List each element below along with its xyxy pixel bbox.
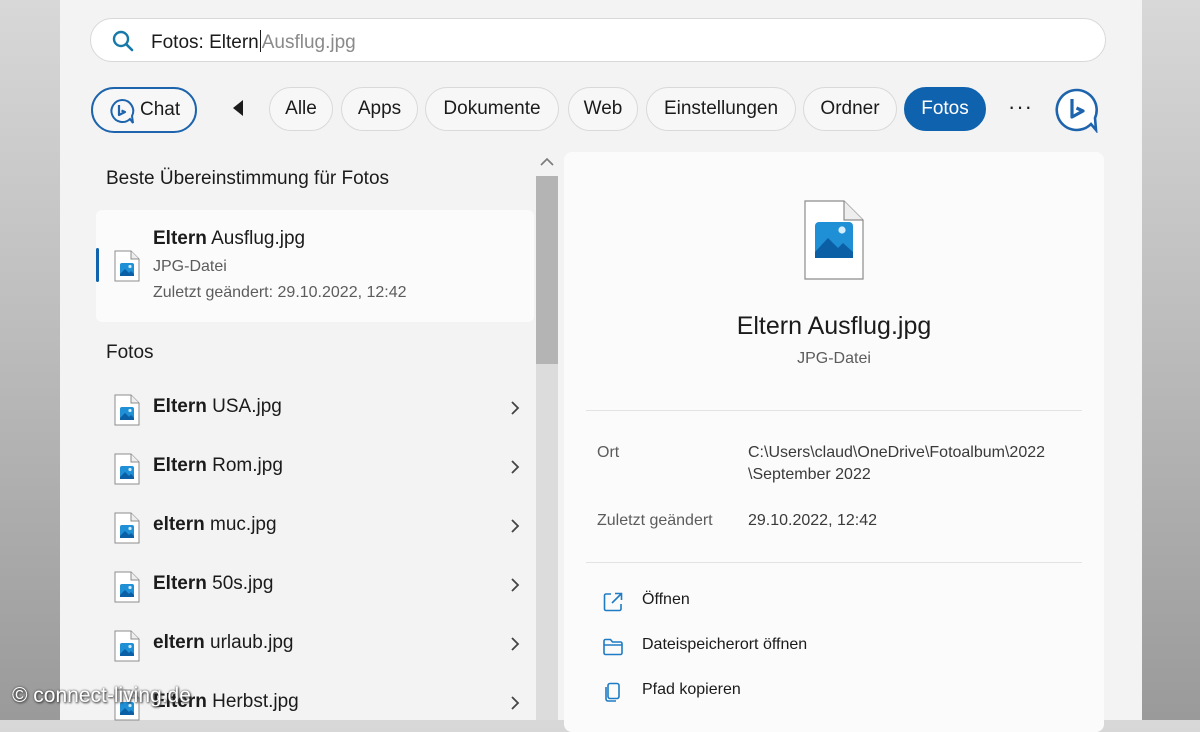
text-caret xyxy=(259,30,261,52)
photo-result-name: Eltern USA.jpg xyxy=(153,396,282,417)
chevron-right-icon[interactable] xyxy=(510,636,520,652)
filter-chip-apps[interactable]: Apps xyxy=(341,87,418,131)
search-panel: Fotos: Eltern Ausflug.jpg Chat Alle Apps … xyxy=(60,0,1142,732)
preview-title: Eltern Ausflug.jpg xyxy=(736,312,932,340)
photo-result-item[interactable]: Eltern Rom.jpg xyxy=(96,443,534,493)
copy-path-label: Pfad kopieren xyxy=(642,681,741,698)
scrollbar-thumb[interactable] xyxy=(536,176,558,364)
filter-chip-dokumente[interactable]: Dokumente xyxy=(425,87,559,131)
open-external-icon xyxy=(603,592,623,612)
folder-icon xyxy=(603,638,623,656)
filter-chip-web[interactable]: Web xyxy=(568,87,638,131)
photo-result-name: Eltern 50s.jpg xyxy=(153,573,274,594)
best-match-name: Eltern Ausflug.jpg xyxy=(153,228,306,249)
open-label: Öffnen xyxy=(642,591,690,608)
modified-label: Zuletzt geändert xyxy=(597,512,713,529)
filter-chip-ordner[interactable]: Ordner xyxy=(803,87,897,131)
image-file-icon xyxy=(114,512,140,544)
chevron-right-icon[interactable] xyxy=(510,400,520,416)
filter-chip-einstellungen[interactable]: Einstellungen xyxy=(646,87,796,131)
image-file-icon xyxy=(114,250,140,282)
preview-pane: Eltern Ausflug.jpg JPG-Datei Ort C:\User… xyxy=(564,152,1104,732)
best-match-heading: Beste Übereinstimmung für Fotos xyxy=(106,168,390,189)
chevron-right-icon[interactable] xyxy=(510,459,520,475)
image-file-icon xyxy=(114,571,140,603)
chat-label: Chat xyxy=(140,99,181,120)
open-file-location-label: Dateispeicherort öffnen xyxy=(642,636,808,653)
location-line-1: C:\Users\claud\OneDrive\Fotoalbum\2022 xyxy=(748,444,1046,461)
photos-heading: Fotos xyxy=(106,342,154,363)
location-label: Ort xyxy=(597,444,620,461)
image-file-icon xyxy=(114,630,140,662)
modified-value: 29.10.2022, 12:42 xyxy=(748,512,878,529)
photo-result-item[interactable]: eltern urlaub.jpg xyxy=(96,620,534,670)
selection-indicator xyxy=(96,248,99,282)
filter-chip-fotos[interactable]: Fotos xyxy=(904,87,986,131)
search-suggestion: Ausflug.jpg xyxy=(261,32,356,53)
more-filters-button[interactable]: ··· xyxy=(1008,94,1033,120)
chat-button[interactable]: Chat xyxy=(91,87,197,133)
scroll-up-arrow-icon[interactable] xyxy=(537,153,557,171)
best-match-type: JPG-Datei xyxy=(153,258,227,275)
search-box[interactable]: Fotos: Eltern Ausflug.jpg xyxy=(90,18,1106,62)
photo-result-name: eltern urlaub.jpg xyxy=(153,632,294,653)
preview-type: JPG-Datei xyxy=(797,350,871,367)
location-line-2: \September 2022 xyxy=(748,466,871,483)
divider xyxy=(586,410,1082,411)
bing-icon[interactable] xyxy=(1054,87,1100,133)
photo-result-name: eltern muc.jpg xyxy=(153,514,277,535)
chevron-right-icon[interactable] xyxy=(510,695,520,711)
image-file-icon xyxy=(114,394,140,426)
copy-icon xyxy=(605,682,620,702)
image-file-icon-large xyxy=(804,200,864,280)
photo-result-item[interactable]: eltern muc.jpg xyxy=(96,502,534,552)
photo-result-item[interactable]: Eltern USA.jpg xyxy=(96,384,534,434)
search-typed-text: Fotos: Eltern xyxy=(151,32,259,53)
search-icon xyxy=(112,30,134,52)
location-value: C:\Users\claud\OneDrive\Fotoalbum\2022 \… xyxy=(748,442,1045,486)
search-input[interactable]: Fotos: Eltern Ausflug.jpg xyxy=(151,30,356,54)
bing-chat-icon xyxy=(110,98,135,124)
best-match-item[interactable]: Eltern Ausflug.jpg JPG-Datei Zuletzt geä… xyxy=(96,210,534,322)
chevron-right-icon[interactable] xyxy=(510,518,520,534)
photo-result-item[interactable]: Eltern 50s.jpg xyxy=(96,561,534,611)
image-file-icon xyxy=(114,453,140,485)
filter-chip-alle[interactable]: Alle xyxy=(269,87,333,131)
scroll-left-arrow-icon[interactable] xyxy=(231,99,245,117)
photo-result-name: Eltern Rom.jpg xyxy=(153,455,283,476)
chevron-right-icon[interactable] xyxy=(510,577,520,593)
watermark: © connect-living.de xyxy=(12,684,191,707)
best-match-modified: Zuletzt geändert: 29.10.2022, 12:42 xyxy=(153,284,407,301)
divider xyxy=(586,562,1082,563)
